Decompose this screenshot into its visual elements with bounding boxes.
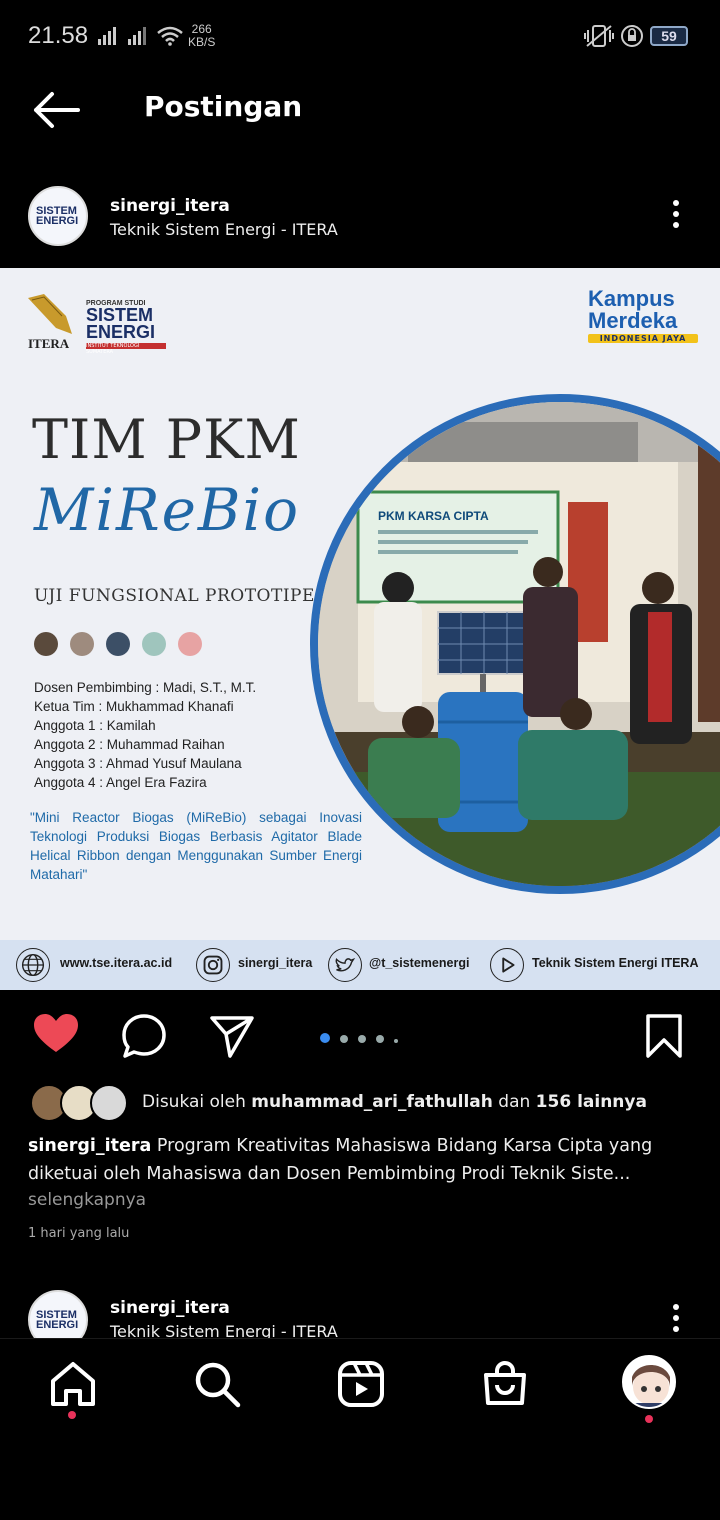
home-icon[interactable] (48, 1359, 98, 1409)
avatar-logo: SISTEM ENERGI (36, 205, 79, 227)
team-member: Anggota 4 : Angel Era Fazira (34, 775, 207, 790)
team-member: Anggota 1 : Kamilah (34, 718, 156, 733)
team-photo: PKM KARSA CIPTA (310, 394, 720, 894)
signal-icon-2 (128, 27, 146, 45)
likes-count[interactable]: 156 lainnya (536, 1092, 647, 1112)
poster-footer: www.tse.itera.ac.id sinergi_itera @t_sis… (0, 940, 720, 990)
lock-rotation-icon (621, 25, 643, 47)
itera-logo-text: ITERA (28, 336, 70, 351)
notification-dot (68, 1411, 76, 1419)
avatar[interactable]: SISTEM ENERGI (28, 1290, 88, 1338)
search-icon[interactable] (192, 1359, 242, 1409)
send-icon[interactable] (208, 1012, 256, 1060)
poster-title: TIM PKM (32, 408, 301, 471)
itera-logo-icon (28, 294, 72, 334)
team-member: Ketua Tim : Mukhammad Khanafi (34, 699, 234, 714)
team-member: Dosen Pembimbing : Madi, S.T., M.T. (34, 680, 257, 695)
heart-icon[interactable] (32, 1012, 80, 1056)
liked-by-user[interactable]: muhammad_ari_fathullah (251, 1092, 493, 1112)
avatar[interactable]: SISTEM ENERGI (28, 186, 88, 246)
post-subtitle: Teknik Sistem Energi - ITERA (110, 220, 338, 239)
post-image[interactable]: ITERA PROGRAM STUDI SISTEM ENERGI INSTIT… (0, 268, 720, 990)
more-vertical-icon[interactable] (670, 200, 682, 234)
more-vertical-icon[interactable] (670, 1304, 682, 1338)
poster-subtitle: UJI FUNGSIONAL PROTOTIPE (34, 586, 315, 606)
color-swatch (34, 632, 58, 656)
globe-icon (16, 948, 50, 982)
avatar-logo: SISTEM ENERGI (36, 1309, 79, 1331)
color-swatch (142, 632, 166, 656)
status-bar: 21.58 266 KB/S 59 (0, 0, 720, 72)
banner-text: PKM KARSA CIPTA (378, 509, 489, 523)
project-quote: "Mini Reactor Biogas (MiReBio) sebagai I… (30, 810, 362, 882)
arrow-left-icon[interactable] (30, 90, 82, 130)
shop-icon[interactable] (480, 1359, 530, 1409)
post-caption: sinergi_itera Program Kreativitas Mahasi… (28, 1132, 698, 1188)
profile-avatar[interactable] (622, 1355, 676, 1409)
bookmark-icon[interactable] (644, 1012, 684, 1060)
top-nav: Postingan (0, 72, 720, 152)
reels-icon[interactable] (336, 1359, 386, 1409)
battery-indicator: 59 (650, 26, 688, 46)
poster-script-title: MiReBio (34, 476, 301, 544)
post-header: SISTEM ENERGI sinergi_itera Teknik Sistem… (0, 182, 720, 256)
color-swatch (178, 632, 202, 656)
kampus-merdeka-logo: Kampus Merdeka INDONESIA JAYA (588, 288, 708, 343)
caption-username[interactable]: sinergi_itera (28, 1136, 151, 1156)
signal-icon (98, 27, 116, 45)
bottom-nav (0, 1338, 720, 1438)
footer-website: www.tse.itera.ac.id (60, 956, 173, 970)
clock: 21.58 (28, 22, 89, 49)
team-member: Anggota 3 : Ahmad Yusuf Maulana (34, 756, 242, 771)
post-subtitle: Teknik Sistem Energi - ITERA (110, 1322, 338, 1338)
instagram-icon (196, 948, 230, 982)
vibrate-icon (584, 25, 614, 47)
footer-youtube: Teknik Sistem Energi ITERA (532, 956, 699, 970)
color-swatches (34, 632, 214, 660)
post-timestamp: 1 hari yang lalu (28, 1226, 130, 1241)
post-username[interactable]: sinergi_itera (110, 1298, 230, 1318)
post-actions (0, 1008, 720, 1064)
footer-twitter: @t_sistemenergi (369, 956, 470, 970)
likes-text: Disukai oleh muhammad_ari_fathullah dan … (142, 1092, 647, 1112)
tse-logo: PROGRAM STUDI SISTEM ENERGI INSTITUT TEK… (86, 300, 166, 355)
notification-dot (645, 1415, 653, 1423)
wifi-icon (157, 26, 183, 46)
page-title: Postingan (144, 90, 303, 123)
team-list: Dosen Pembimbing : Madi, S.T., M.T. Ketu… (34, 678, 256, 792)
footer-instagram: sinergi_itera (238, 956, 313, 970)
color-swatch (70, 632, 94, 656)
post-username[interactable]: sinergi_itera (110, 196, 230, 216)
network-speed: 266 KB/S (188, 22, 216, 49)
avatar (90, 1084, 128, 1122)
see-more-link[interactable]: selengkapnya (28, 1190, 146, 1210)
color-swatch (106, 632, 130, 656)
twitter-icon (328, 948, 362, 982)
comment-icon[interactable] (120, 1012, 168, 1060)
team-member: Anggota 2 : Muhammad Raihan (34, 737, 225, 752)
next-post-header: SISTEM ENERGI sinergi_itera Teknik Sistem… (0, 1290, 720, 1338)
play-icon (490, 948, 524, 982)
carousel-indicator (320, 1028, 408, 1047)
